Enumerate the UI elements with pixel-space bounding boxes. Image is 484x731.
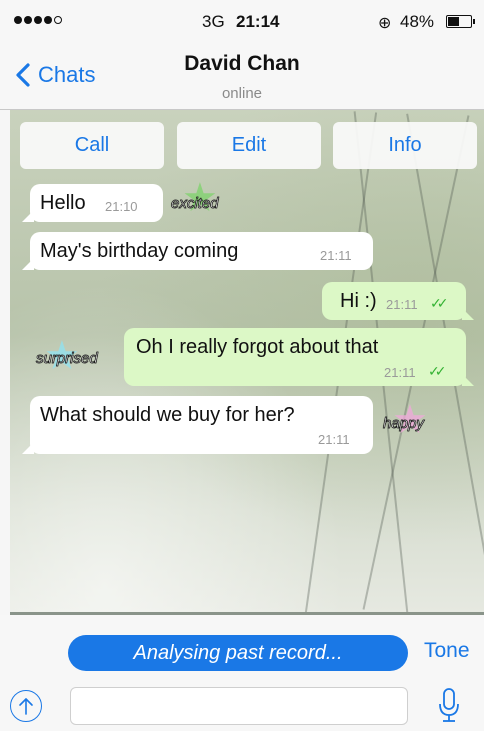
- message-bubble-outgoing[interactable]: Oh I really forgot about that 21:11 ✓✓: [124, 328, 474, 386]
- message-time: 21:11: [386, 297, 418, 312]
- contact-name[interactable]: David Chan: [0, 52, 484, 76]
- message-input[interactable]: [70, 687, 408, 725]
- message-bubble-incoming[interactable]: Hello 21:10: [22, 184, 163, 222]
- mood-label: surprised: [36, 350, 98, 368]
- message-bubble-incoming[interactable]: May's birthday coming 21:11: [22, 232, 373, 270]
- message-text: Hi :): [340, 290, 377, 312]
- battery-tip: [473, 19, 475, 24]
- read-receipt-icon: ✓✓: [430, 295, 449, 311]
- message-text: May's birthday coming: [40, 240, 239, 262]
- read-receipt-icon: ✓✓: [428, 363, 447, 379]
- message-time: 21:11: [320, 248, 352, 263]
- message-time: 21:10: [105, 199, 138, 214]
- info-button[interactable]: Info: [333, 122, 477, 169]
- message-bubble-incoming[interactable]: What should we buy for her? 21:11: [22, 396, 373, 454]
- message-text: Oh I really forgot about that: [136, 336, 379, 358]
- navigation-bar: Chats David Chan online: [0, 40, 484, 110]
- attach-button[interactable]: [10, 690, 42, 722]
- message-time: 21:11: [318, 432, 350, 447]
- microphone-button[interactable]: [436, 686, 462, 724]
- status-bar: 3G 21:14 ⊕ 48%: [0, 0, 484, 40]
- edit-button[interactable]: Edit: [177, 122, 321, 169]
- message-text: Hello: [40, 192, 86, 214]
- signal-strength-icon: [14, 16, 62, 24]
- chat-area[interactable]: Call Edit Info ★ Hello 21:10 excited May…: [10, 110, 484, 615]
- rotation-lock-icon: ⊕: [378, 15, 392, 32]
- contact-status: online: [221, 85, 263, 102]
- call-button[interactable]: Call: [20, 122, 164, 169]
- message-bubble-outgoing[interactable]: Hi :) 21:11 ✓✓: [322, 282, 474, 320]
- input-toolbar: Analysing past record... Tone: [0, 615, 484, 731]
- network-type: 3G: [202, 12, 225, 31]
- battery-percentage: 48%: [400, 12, 435, 31]
- mood-label: happy: [383, 415, 425, 433]
- message-time: 21:11: [384, 365, 416, 380]
- microphone-icon: [439, 688, 459, 722]
- battery-icon: [446, 15, 472, 28]
- tone-button[interactable]: Tone: [424, 639, 470, 663]
- analysis-status-bar: Analysing past record...: [68, 635, 408, 671]
- mood-label: excited: [171, 195, 219, 213]
- message-text: What should we buy for her?: [40, 404, 295, 426]
- arrow-up-circle-icon: [19, 698, 33, 715]
- status-time: 21:14: [236, 12, 280, 31]
